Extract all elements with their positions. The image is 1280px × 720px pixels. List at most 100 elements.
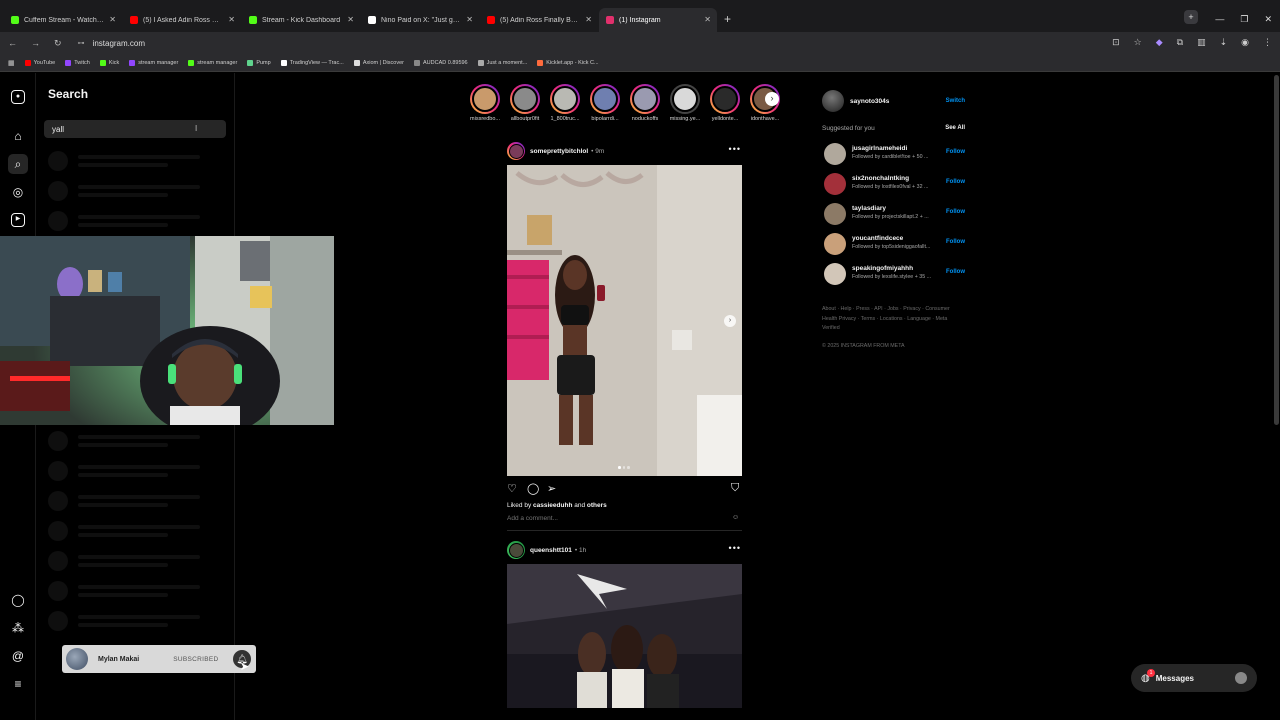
browser-tab-active[interactable]: (1) Instagram ✕ (599, 8, 717, 32)
profile-plus-icon[interactable]: + (1184, 10, 1198, 24)
footer-links[interactable]: About · Help · Press · API · Jobs · Priv… (822, 305, 952, 334)
apps-grid-icon[interactable]: ▦ (8, 59, 15, 67)
suggestion-avatar[interactable] (824, 263, 846, 285)
home-icon[interactable]: ⌂ (11, 129, 25, 143)
search-input[interactable] (44, 120, 226, 138)
extensions-puzzle-icon[interactable]: ⧉ (1177, 37, 1183, 48)
add-comment-input[interactable] (507, 513, 733, 523)
downloads-icon[interactable]: ⇣ (1220, 37, 1228, 48)
post-image[interactable] (507, 165, 742, 476)
follow-button[interactable]: Follow (946, 209, 965, 215)
bookmark-item[interactable]: YouTube (24, 59, 55, 66)
minimize-icon[interactable]: — (1215, 14, 1224, 25)
close-tab-icon[interactable]: ✕ (704, 15, 711, 24)
close-tab-icon[interactable]: ✕ (585, 15, 592, 24)
emoji-icon[interactable]: ☺ (732, 514, 739, 521)
profile-avatar-icon[interactable]: ◉ (1241, 37, 1249, 48)
post-username[interactable]: someprettybitchlol (530, 148, 588, 155)
post-username[interactable]: queenshtt101 (530, 547, 572, 554)
follow-button[interactable]: Follow (946, 239, 965, 245)
new-tab-icon[interactable]: + (724, 12, 731, 26)
back-icon[interactable]: ← (8, 38, 17, 49)
threads-icon[interactable]: ◯ (11, 593, 25, 607)
close-tab-icon[interactable]: ✕ (347, 15, 354, 24)
bookmark-item[interactable]: stream manager (188, 59, 237, 66)
also-from-meta-icon[interactable]: ⁂ (11, 621, 25, 635)
more-menu-icon[interactable]: ≡ (11, 677, 25, 691)
bookmark-item[interactable]: Axiom | Discover (353, 59, 404, 66)
maximize-icon[interactable]: ❐ (1240, 14, 1248, 25)
install-app-icon[interactable]: ⊡ (1112, 37, 1120, 48)
bookmark-item[interactable]: Twitch (65, 59, 90, 66)
extension-icon[interactable]: ◆ (1156, 37, 1163, 48)
comment-icon[interactable]: ◯ (527, 482, 539, 495)
like-heart-icon[interactable]: ♡ (507, 482, 517, 495)
current-username[interactable]: saynoto304s (850, 98, 889, 105)
page-scrollbar[interactable] (1274, 75, 1279, 425)
post-avatar[interactable] (507, 541, 525, 559)
current-user-avatar[interactable] (822, 90, 844, 112)
suggestion-username[interactable]: six2nonchalntking (852, 175, 909, 182)
post-image[interactable] (507, 564, 742, 708)
close-tab-icon[interactable]: ✕ (109, 15, 116, 24)
bookmark-item[interactable]: stream manager (129, 59, 178, 66)
share-send-icon[interactable]: ➢ (547, 482, 556, 495)
suggestion-avatar[interactable] (824, 203, 846, 225)
suggestion-username[interactable]: jusagirlnameheidi (852, 145, 907, 152)
liked-by-user[interactable]: cassieeduhh (533, 502, 572, 509)
follow-button[interactable]: Follow (946, 269, 965, 275)
threads-at-icon[interactable]: @ (11, 649, 25, 663)
more-options-icon[interactable]: ••• (729, 543, 741, 553)
story-item[interactable]: yelldonte... (706, 84, 744, 122)
post-avatar[interactable] (507, 142, 525, 160)
search-icon[interactable]: ⌕ (8, 154, 28, 174)
browser-tab[interactable]: (5) Adin Ross Finally Brought S✕ (480, 8, 598, 32)
stories-next-icon[interactable]: › (765, 92, 779, 106)
bookmark-item[interactable]: Kick (99, 59, 119, 66)
forward-icon[interactable]: → (31, 38, 40, 49)
close-window-icon[interactable]: ✕ (1264, 14, 1272, 25)
browser-tab[interactable]: Stream - Kick Dashboard ✕ (242, 8, 360, 32)
site-info-icon[interactable]: ⊶ (78, 39, 85, 47)
carousel-next-icon[interactable]: › (724, 315, 736, 327)
liked-others[interactable]: others (587, 502, 607, 509)
messages-button[interactable]: ◍ 1 Messages (1131, 664, 1257, 692)
bookmark-item[interactable]: Kicklet.app - Kick C... (537, 59, 599, 66)
close-tab-icon[interactable]: ✕ (228, 15, 235, 24)
menu-kebab-icon[interactable]: ⋮ (1263, 37, 1272, 48)
sidebar-icon[interactable]: ▥ (1197, 37, 1206, 48)
suggestion-avatar[interactable] (824, 143, 846, 165)
suggestion-username[interactable]: speakingofmiyahhh (852, 265, 913, 272)
close-tab-icon[interactable]: ✕ (466, 15, 473, 24)
suggestion-username[interactable]: youcantfindcece (852, 235, 903, 242)
save-bookmark-icon[interactable]: ⛉ (731, 482, 739, 495)
story-item[interactable]: idonthave... (746, 84, 784, 122)
instagram-logo-icon[interactable]: ● (11, 90, 25, 104)
bookmark-item[interactable]: Just a moment... (477, 59, 527, 66)
switch-account-link[interactable]: Switch (946, 98, 965, 104)
browser-tab[interactable]: Nino Paid on X: "Just getting w✕ (361, 8, 479, 32)
story-item[interactable]: bipolarrdi... (586, 84, 624, 122)
url-text[interactable]: instagram.com (93, 39, 145, 48)
browser-tab[interactable]: (5) I Asked Adin Ross How He I✕ (123, 8, 241, 32)
bookmark-item[interactable]: Pump (247, 59, 271, 66)
see-all-link[interactable]: See All (945, 125, 965, 131)
suggestion-username[interactable]: taylasdiary (852, 205, 886, 212)
bookmark-star-icon[interactable]: ☆ (1134, 37, 1142, 48)
story-item[interactable]: 1_800truc... (546, 84, 584, 122)
suggestion-avatar[interactable] (824, 173, 846, 195)
follow-button[interactable]: Follow (946, 179, 965, 185)
bookmark-item[interactable]: AUDCAD 0.89596 (413, 59, 468, 66)
reload-icon[interactable]: ↻ (54, 38, 62, 49)
more-options-icon[interactable]: ••• (729, 144, 741, 154)
browser-tab[interactable]: Cuffem Stream - Watch Live on✕ (4, 8, 122, 32)
story-item[interactable]: missing.ye... (666, 84, 704, 122)
bookmark-item[interactable]: TradingView — Trac... (280, 59, 344, 66)
story-item[interactable]: allboutpr0fit (506, 84, 544, 122)
follow-button[interactable]: Follow (946, 149, 965, 155)
story-item[interactable]: missredbo... (466, 84, 504, 122)
story-item[interactable]: noduckoffs (626, 84, 664, 122)
suggestion-avatar[interactable] (824, 233, 846, 255)
explore-icon[interactable]: ◎ (11, 185, 25, 199)
reels-icon[interactable]: ▶ (11, 213, 25, 227)
